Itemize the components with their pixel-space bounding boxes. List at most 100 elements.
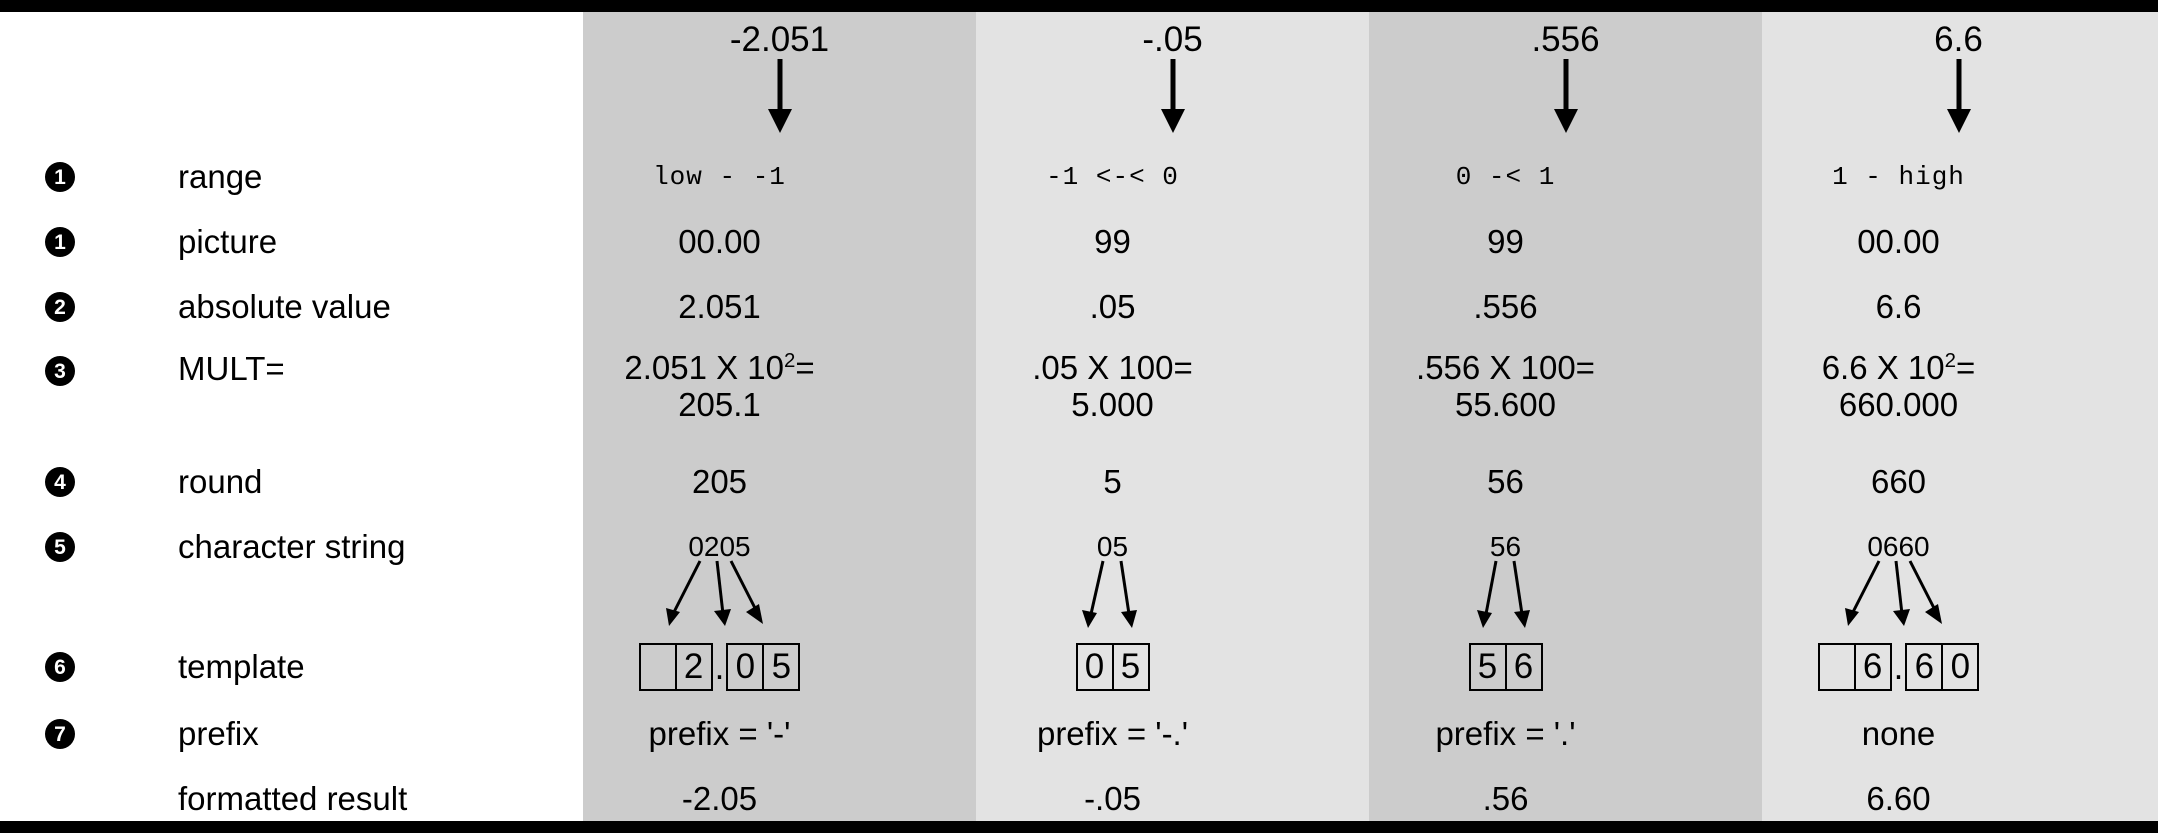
template-box: 5 — [1111, 643, 1150, 691]
template-group: 5 6 — [1468, 643, 1543, 691]
template-boxes: 0 5 — [916, 643, 1309, 691]
decimal-point: . — [714, 647, 725, 687]
template-box: 5 — [762, 643, 801, 691]
template-group: 0 5 — [1075, 643, 1150, 691]
row-bullet: 4 — [0, 467, 120, 497]
row-label: range — [178, 158, 263, 195]
template-boxes: 2 . 0 5 — [523, 643, 916, 691]
cell-mult-1: 2.051 X 102= 205.1 — [523, 349, 916, 424]
step-number-badge: 3 — [45, 356, 75, 386]
template-group-integer: 6 — [1817, 643, 1892, 691]
mult-expression: .556 X 100 — [1416, 349, 1576, 386]
template-box — [1817, 643, 1856, 691]
table-row-round: 4 round 205 5 56 660 — [0, 460, 2158, 504]
row-bullet: 5 — [0, 532, 120, 562]
row-label: absolute value — [178, 288, 391, 325]
cell-absolute-3: .556 — [1473, 288, 1538, 325]
template-group-integer: 2 — [638, 643, 713, 691]
mapping-arrow-group-icon — [665, 560, 763, 626]
cell-prefix-1: prefix = '-' — [648, 715, 791, 752]
row-label: prefix — [178, 715, 259, 752]
row-label: template — [178, 648, 305, 685]
row-bullet: 2 — [0, 292, 120, 322]
template-box: 0 — [726, 643, 765, 691]
mult-expression: 6.6 X 10 — [1821, 349, 1945, 386]
cell-picture-2: 99 — [1094, 223, 1131, 260]
cell-picture-3: 99 — [1487, 223, 1524, 260]
mapping-arrows — [0, 560, 2158, 640]
step-number-badge: 5 — [45, 532, 75, 562]
row-bullet: 1 — [0, 227, 120, 257]
cell-absolute-1: 2.051 — [678, 288, 761, 325]
template-box: 0 — [1941, 643, 1980, 691]
template-boxes: 6 . 6 0 — [1702, 643, 2095, 691]
row-label: picture — [178, 223, 278, 260]
cell-round-3: 56 — [1487, 463, 1524, 500]
mult-exponent: 2 — [783, 349, 796, 372]
mapping-arrow-group-icon — [1476, 560, 1530, 628]
step-number-badge: 6 — [45, 652, 75, 682]
template-box: 6 — [1905, 643, 1944, 691]
mapping-arrows-3 — [1309, 556, 1702, 644]
mult-result: 5.000 — [1071, 385, 1154, 423]
cell-round-1: 205 — [691, 463, 748, 500]
cell-mult-2: .05 X 100= 5.000 — [916, 349, 1309, 424]
template-box: 6 — [1853, 643, 1892, 691]
comparison-table: 1 range low - -1 -1 <-< 0 0 -< 1 1 - hig… — [0, 12, 2158, 821]
top-rule — [0, 0, 2158, 12]
template-box: 0 — [1075, 643, 1114, 691]
cell-mult-3: .556 X 100= 55.600 — [1309, 349, 1702, 424]
step-number-badge: 1 — [45, 162, 75, 192]
mult-result: 205.1 — [678, 385, 761, 423]
cell-picture-4: 00.00 — [1857, 223, 1940, 260]
mapping-arrows-2 — [916, 556, 1309, 644]
mult-equals: = — [1575, 349, 1595, 386]
bottom-rule — [0, 821, 2158, 833]
cell-result-4: 6.60 — [1866, 780, 1931, 817]
cell-template-2: 0 5 — [916, 643, 1309, 691]
cell-prefix-4: none — [1861, 715, 1936, 752]
cell-prefix-2: prefix = '-.' — [1036, 715, 1189, 752]
row-label: MULT= — [178, 350, 285, 387]
cell-round-2: 5 — [1103, 463, 1122, 500]
cell-template-4: 6 . 6 0 — [1702, 643, 2095, 691]
cell-range-3: 0 -< 1 — [1455, 162, 1556, 192]
mapping-arrows-1 — [523, 556, 916, 644]
row-bullet: 3 — [0, 350, 120, 392]
template-group-fraction: 0 5 — [726, 643, 801, 691]
cell-range-1: low - -1 — [653, 162, 786, 192]
table-row-template: 6 template 2 . 0 5 0 5 5 6 6 . 6 0 — [0, 637, 2158, 697]
table-row-picture: 1 picture 00.00 99 99 00.00 — [0, 220, 2158, 264]
table-row-absolute-value: 2 absolute value 2.051 .05 .556 6.6 — [0, 285, 2158, 329]
template-boxes: 5 6 — [1309, 643, 1702, 691]
cell-template-3: 5 6 — [1309, 643, 1702, 691]
mult-result: 660.000 — [1838, 385, 1959, 423]
template-box: 6 — [1504, 643, 1543, 691]
cell-picture-1: 00.00 — [678, 223, 761, 260]
mult-expression: .05 X 100 — [1032, 349, 1174, 386]
step-number-badge: 1 — [45, 227, 75, 257]
cell-mult-4: 6.6 X 102= 660.000 — [1702, 349, 2095, 424]
template-box: 5 — [1468, 643, 1507, 691]
cell-range-2: -1 <-< 0 — [1046, 162, 1179, 192]
mapping-arrow-group-icon — [1844, 560, 1942, 626]
cell-absolute-4: 6.6 — [1875, 288, 1922, 325]
cell-result-3: .56 — [1482, 780, 1529, 817]
template-group-fraction: 6 0 — [1905, 643, 1980, 691]
mult-expression: 2.051 X 10 — [624, 349, 784, 386]
cell-result-2: -.05 — [1084, 780, 1141, 817]
decimal-point: . — [1893, 647, 1904, 687]
step-number-badge: 7 — [45, 719, 75, 749]
mapping-arrows-4 — [1702, 556, 2095, 644]
row-bullet: 1 — [0, 162, 120, 192]
row-bullet: 6 — [0, 652, 120, 682]
table-row-range: 1 range low - -1 -1 <-< 0 0 -< 1 1 - hig… — [0, 155, 2158, 199]
cell-template-1: 2 . 0 5 — [523, 643, 916, 691]
cell-prefix-3: prefix = '.' — [1435, 715, 1576, 752]
table-row-formatted-result: formatted result -2.05 -.05 .56 6.60 — [0, 777, 2158, 821]
row-label: formatted result — [178, 780, 408, 817]
table-row-prefix: 7 prefix prefix = '-' prefix = '-.' pref… — [0, 712, 2158, 756]
mult-equals: = — [795, 349, 815, 386]
row-label: round — [178, 463, 263, 500]
table-row-mult: 3 MULT= 2.051 X 102= 205.1 .05 X 100= 5.… — [0, 349, 2158, 434]
